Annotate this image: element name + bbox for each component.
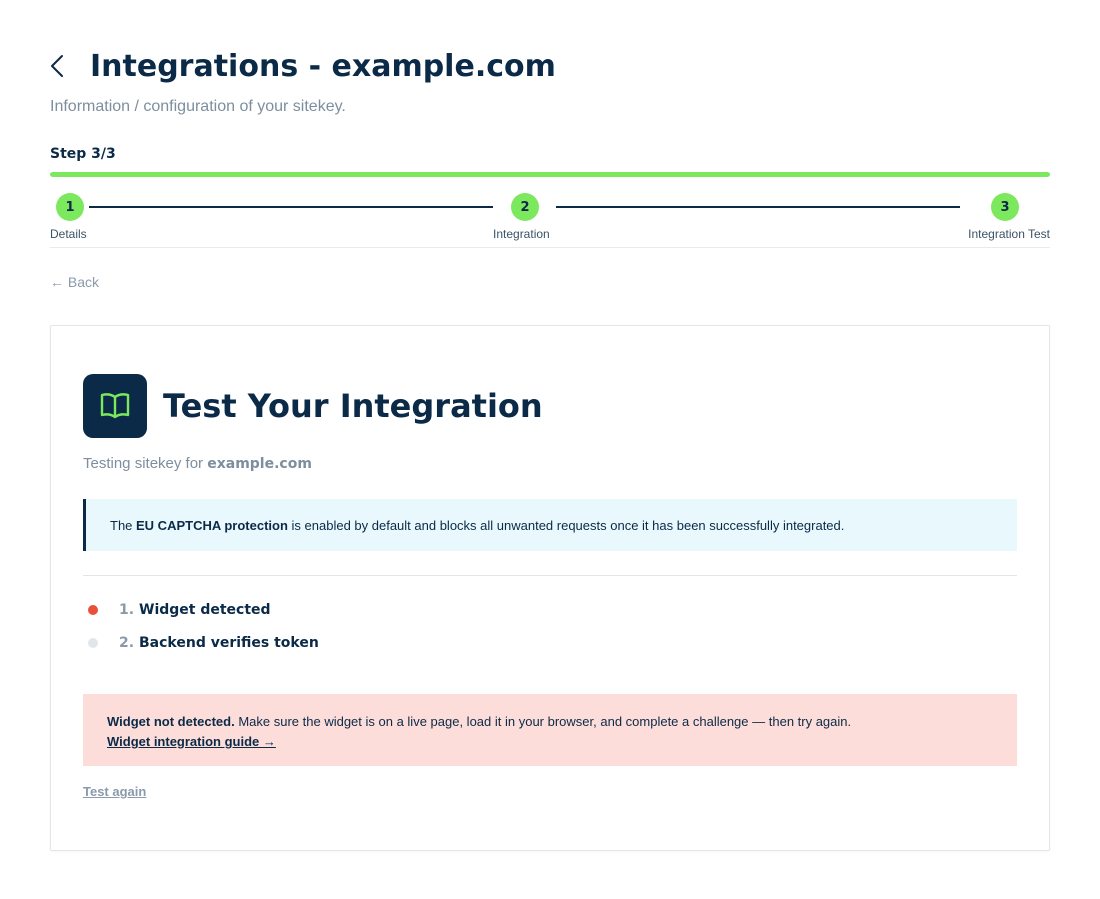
check-number: 1. <box>119 602 135 618</box>
divider <box>83 575 1017 576</box>
step-2-circle[interactable]: 2 <box>511 193 539 221</box>
step-2-label: Integration <box>493 227 550 241</box>
progress-bar-fill <box>50 172 1050 177</box>
page-title: Integrations - example.com <box>90 48 556 84</box>
progress-bar <box>50 172 1050 177</box>
info-callout: The EU CAPTCHA protection is enabled by … <box>83 499 1017 551</box>
check-number: 2. <box>119 635 135 651</box>
step-1-circle[interactable]: 1 <box>56 193 84 221</box>
step-connector <box>89 206 493 208</box>
step-3-label: Integration Test <box>968 227 1050 241</box>
widget-guide-link[interactable]: Widget integration guide → <box>107 734 276 749</box>
page-header: Integrations - example.com <box>50 44 556 88</box>
error-message: Widget not detected. Make sure the widge… <box>107 712 993 732</box>
step-1-label: Details <box>50 227 87 241</box>
integration-test-card: Test Your Integration Testing sitekey fo… <box>50 325 1050 851</box>
testing-sitekey-line: Testing sitekey for example.com <box>83 455 312 472</box>
info-bold: EU CAPTCHA protection <box>136 517 288 533</box>
testing-domain: example.com <box>207 456 312 472</box>
back-chevron-icon[interactable] <box>50 44 80 88</box>
check-label: Backend verifies token <box>139 635 319 651</box>
back-link[interactable]: ← Back <box>50 274 99 290</box>
page-subtitle: Information / configuration of your site… <box>50 98 346 115</box>
info-prefix: The <box>110 517 137 533</box>
check-label: Widget detected <box>139 602 271 618</box>
step-3-circle[interactable]: 3 <box>991 193 1019 221</box>
error-bold: Widget not detected. <box>107 714 235 729</box>
check-item-widget-detected: 1. Widget detected <box>83 602 271 618</box>
book-icon <box>83 374 147 438</box>
stepper: 1 2 3 Details Integration Integration Te… <box>50 192 1050 248</box>
step-counter: Step 3/3 <box>50 146 116 162</box>
error-text: Make sure the widget is on a live page, … <box>234 714 852 729</box>
check-item-backend-verifies: 2. Backend verifies token <box>83 635 319 651</box>
card-header: Test Your Integration <box>83 374 543 438</box>
card-title: Test Your Integration <box>163 387 543 425</box>
info-suffix: is enabled by default and blocks all unw… <box>287 517 845 533</box>
status-dot-failed <box>88 605 98 615</box>
step-connector <box>556 206 960 208</box>
status-dot-pending <box>88 638 98 648</box>
testing-prefix: Testing sitekey for <box>83 455 208 472</box>
test-again-link[interactable]: Test again <box>83 784 146 799</box>
error-callout: Widget not detected. Make sure the widge… <box>83 694 1017 766</box>
